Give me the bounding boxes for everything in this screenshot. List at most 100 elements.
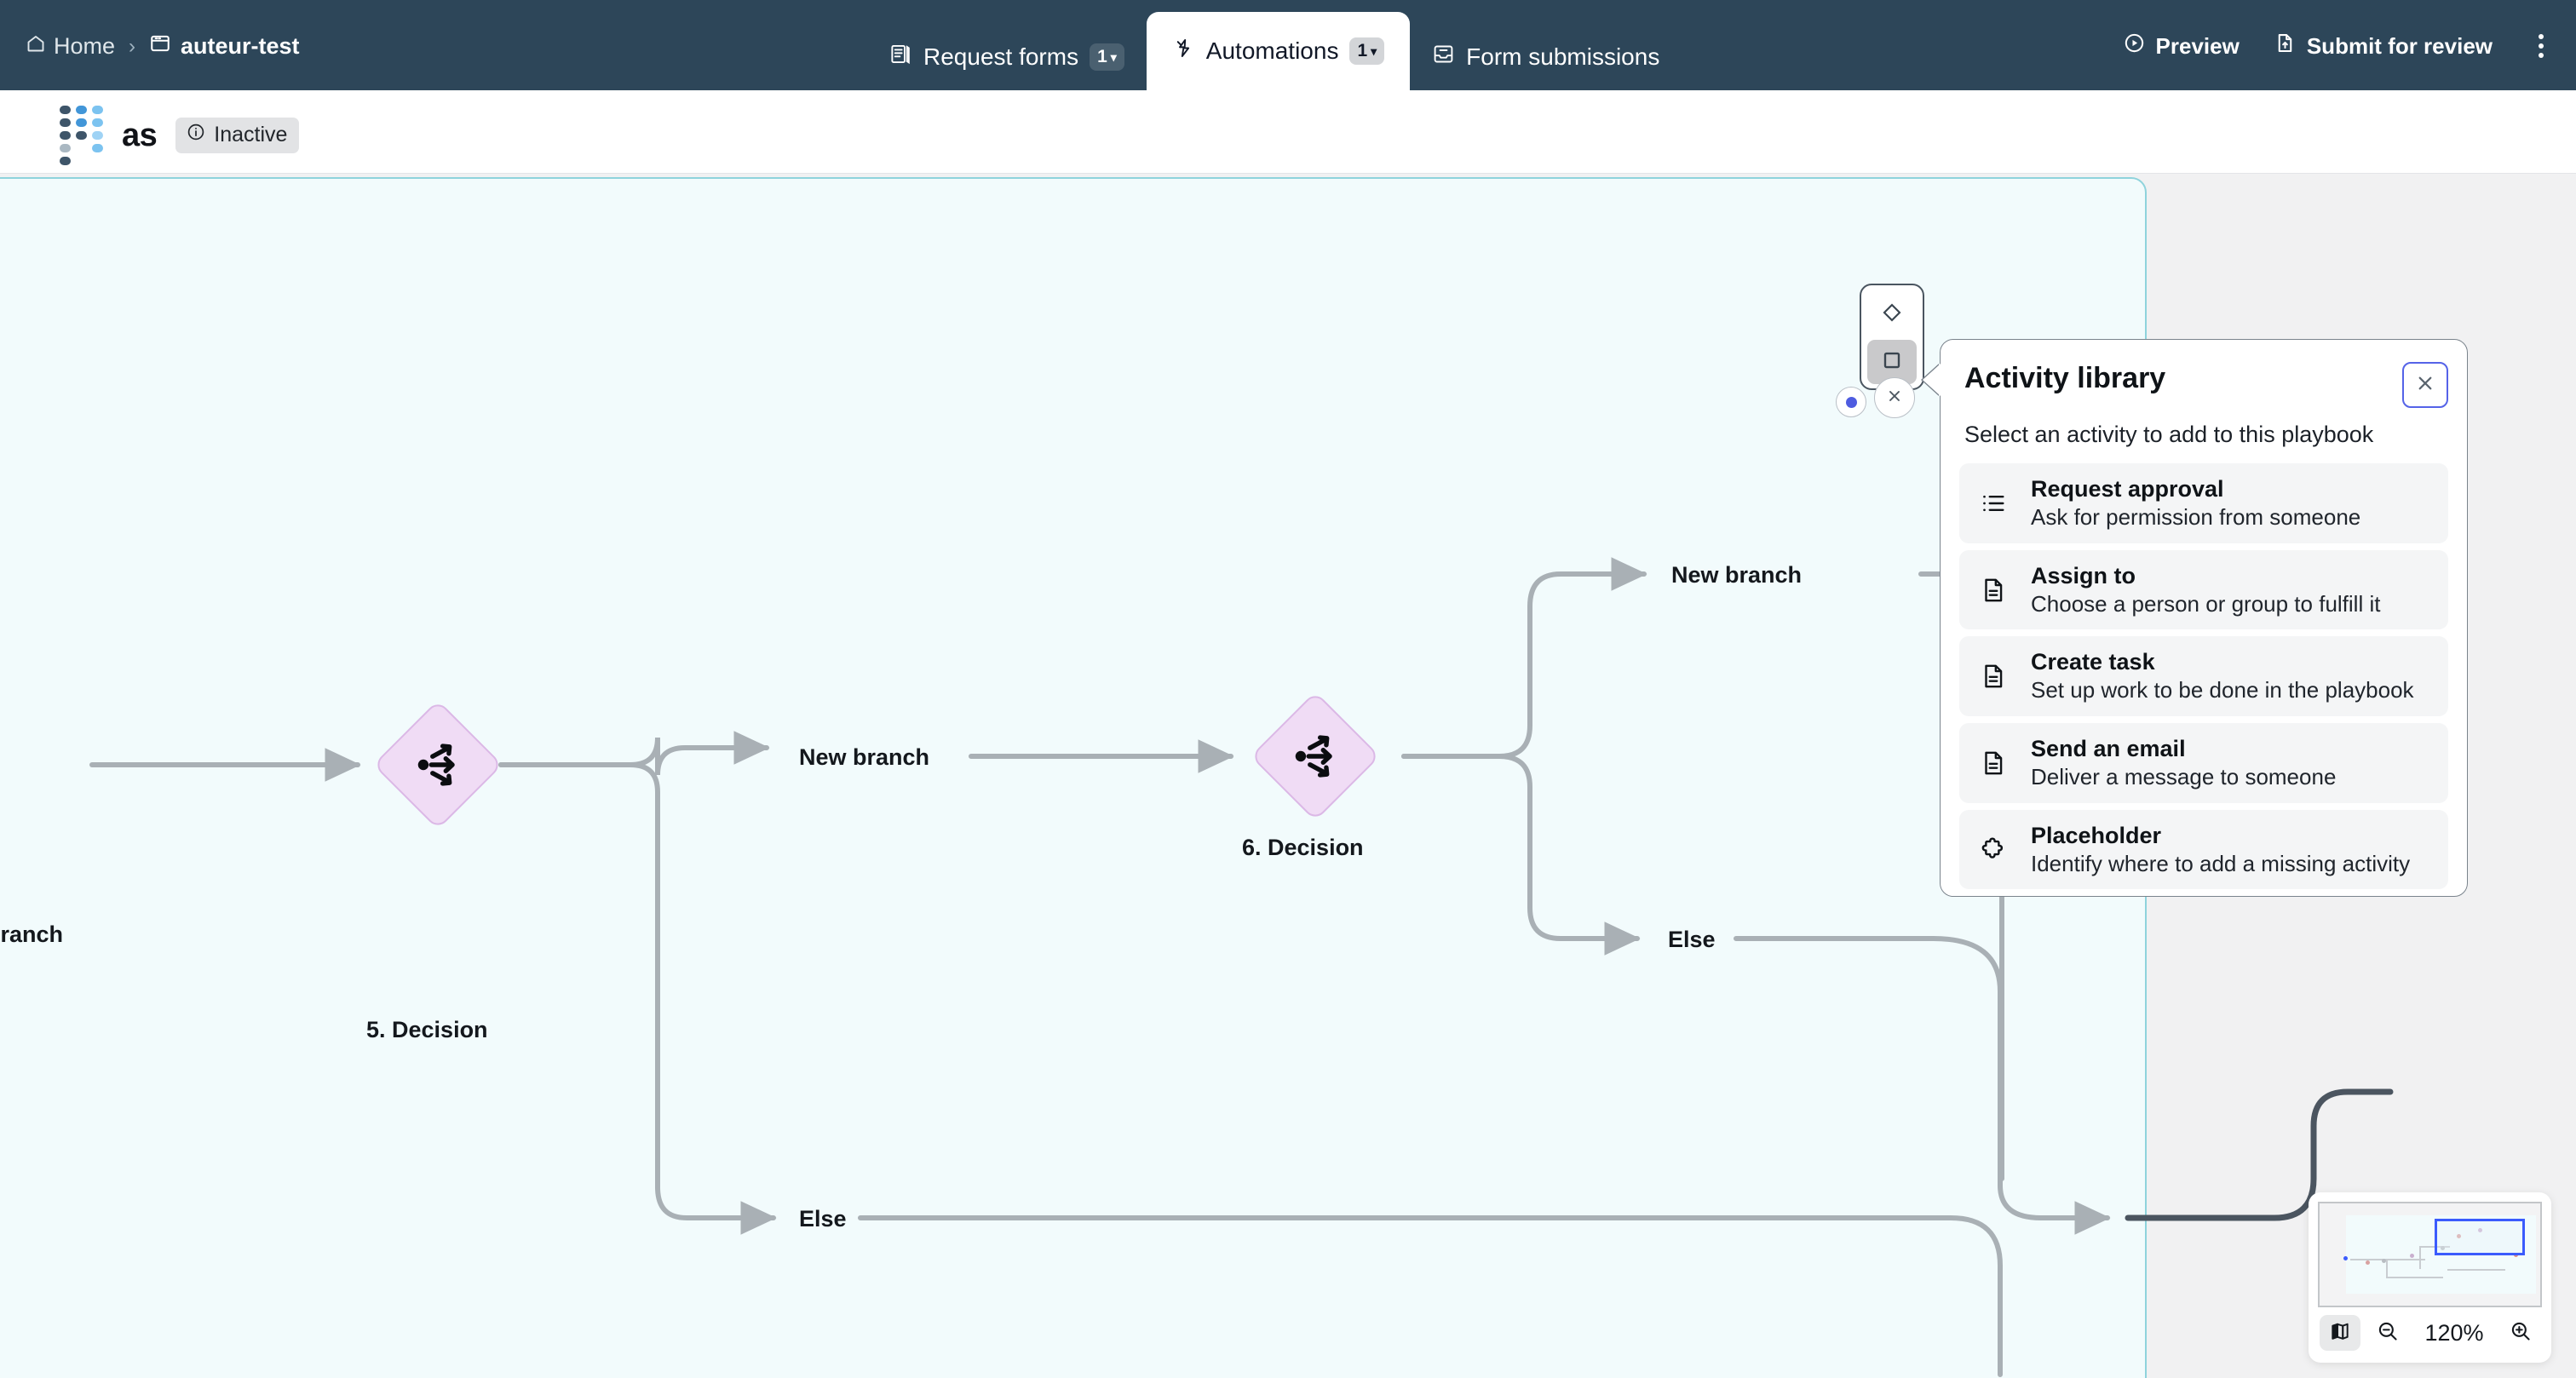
minimap-edge — [2385, 1277, 2444, 1279]
playbook-toolbar: as Inactive — [0, 90, 2576, 248]
count-value: 1 — [1097, 47, 1107, 66]
node-label-else-2[interactable]: Else — [799, 1206, 847, 1232]
board-icon — [149, 32, 171, 60]
zoom-level-label: 120% — [2424, 1319, 2484, 1346]
activity-item-desc: Set up work to be done in the playbook — [2031, 677, 2414, 703]
activity-item-text: Placeholder Identify where to add a miss… — [2031, 822, 2410, 878]
node-label-decision-6[interactable]: 6. Decision — [1242, 835, 1364, 861]
upload-document-icon — [2274, 32, 2297, 60]
more-vertical-icon[interactable] — [2527, 27, 2556, 65]
tab-request-forms[interactable]: Request forms 1 ▾ — [867, 24, 1147, 90]
minimap-edge — [2447, 1268, 2505, 1271]
list-icon — [1975, 489, 2012, 518]
zoom-in-button[interactable] — [2502, 1315, 2539, 1351]
node-label-decision-5[interactable]: 5. Decision — [366, 1017, 488, 1043]
activity-item-title: Placeholder — [2031, 822, 2162, 848]
app-logo-icon — [60, 106, 103, 165]
activity-library-title: Activity library — [1964, 362, 2166, 394]
activity-item-text: Send an email Deliver a message to someo… — [2031, 735, 2336, 791]
preview-button[interactable]: Preview — [2123, 32, 2240, 60]
activity-library-header: Activity library — [1959, 362, 2448, 408]
tab-automations[interactable]: Automations 1 ▾ — [1146, 12, 1411, 90]
activity-item-placeholder[interactable]: Placeholder Identify where to add a miss… — [1959, 809, 2448, 890]
decision-icon — [1269, 710, 1361, 802]
form-icon — [889, 43, 912, 72]
node-label-else-1[interactable]: Else — [1668, 927, 1716, 953]
tab-automations-label: Automations — [1205, 37, 1339, 64]
tab-form-submissions-label: Form submissions — [1466, 43, 1660, 70]
minimap-edge — [2418, 1246, 2421, 1269]
inbox-icon — [1432, 43, 1455, 72]
count-value: 1 — [1357, 41, 1368, 60]
minimap-viewport-rect[interactable] — [2434, 1219, 2525, 1256]
minimap-node — [2410, 1253, 2415, 1258]
activity-item-text: Assign to Choose a person or group to fu… — [2031, 562, 2380, 618]
zoom-out-icon — [2376, 1319, 2400, 1347]
close-icon — [2413, 371, 2437, 399]
breadcrumb-home[interactable]: Home — [26, 33, 115, 60]
minimap-node — [2381, 1258, 2386, 1263]
zoom-in-icon — [2509, 1319, 2533, 1347]
diamond-shape-button[interactable] — [1867, 292, 1917, 336]
submit-for-review-button[interactable]: Submit for review — [2274, 32, 2493, 60]
automation-bolt-icon — [1172, 37, 1195, 66]
home-icon — [26, 33, 46, 60]
node-close-button[interactable] — [1874, 377, 1915, 418]
submit-for-review-label: Submit for review — [2306, 32, 2493, 59]
minimap-toggle-button[interactable] — [2320, 1315, 2360, 1351]
activity-library-close-button[interactable] — [2402, 362, 2448, 408]
tab-request-forms-label: Request forms — [923, 43, 1079, 70]
diamond-shape-icon — [1879, 300, 1905, 330]
activity-item-assign-to[interactable]: Assign to Choose a person or group to fu… — [1959, 549, 2448, 630]
document-icon — [1975, 662, 2012, 691]
app-root: Home › auteur-test Request forms 1 ▾ Aut… — [0, 0, 2576, 1378]
node-shape-toolbar — [1860, 284, 1924, 390]
minimap-viewport-area[interactable] — [2318, 1202, 2542, 1307]
activity-list: Request approval Ask for permission from… — [1959, 463, 2448, 890]
activity-item-title: Create task — [2031, 649, 2155, 675]
minimap-edge — [2350, 1258, 2426, 1260]
activity-item-request-approval[interactable]: Request approval Ask for permission from… — [1959, 463, 2448, 543]
play-circle-icon — [2123, 32, 2146, 60]
info-icon — [186, 122, 206, 148]
tab-form-submissions[interactable]: Form submissions — [1410, 24, 1682, 90]
breadcrumb-current[interactable]: auteur-test — [149, 32, 300, 60]
document-icon — [1975, 749, 2012, 778]
minimap-panel: 120% — [2309, 1192, 2551, 1363]
activity-item-title: Request approval — [2031, 476, 2224, 502]
preview-label: Preview — [2155, 32, 2240, 59]
close-icon — [1884, 386, 1905, 411]
activity-item-desc: Identify where to add a missing activity — [2031, 850, 2411, 876]
node-label-left-branch[interactable]: branch — [0, 922, 63, 948]
activity-library-subtitle: Select an activity to add to this playbo… — [1964, 422, 2374, 447]
activity-item-text: Request approval Ask for permission from… — [2031, 475, 2360, 531]
tab-request-forms-count[interactable]: 1 ▾ — [1090, 43, 1124, 71]
square-shape-icon — [1879, 347, 1905, 377]
connection-dot-icon[interactable] — [1836, 387, 1866, 417]
diagram-canvas[interactable]: branch 5. Decision New branch 6. Decisio… — [0, 174, 2576, 1378]
breadcrumb-separator: › — [129, 34, 136, 58]
tab-automations-count[interactable]: 1 ▾ — [1349, 37, 1385, 65]
chevron-down-icon: ▾ — [1371, 44, 1377, 58]
zoom-out-button[interactable] — [2369, 1315, 2406, 1351]
activity-item-title: Assign to — [2031, 562, 2136, 589]
node-label-new-branch-2[interactable]: New branch — [1671, 562, 1802, 589]
top-actions: Preview Submit for review — [2123, 27, 2556, 65]
top-navigation-bar: Home › auteur-test Request forms 1 ▾ Aut… — [0, 0, 2576, 90]
activity-item-create-task[interactable]: Create task Set up work to be done in th… — [1959, 636, 2448, 717]
playbook-name: as — [122, 117, 158, 153]
activity-item-title: Send an email — [2031, 736, 2186, 762]
activity-item-desc: Choose a person or group to fulfill it — [2031, 590, 2381, 617]
activity-item-text: Create task Set up work to be done in th… — [2031, 648, 2414, 704]
activity-item-send-an-email[interactable]: Send an email Deliver a message to someo… — [1959, 723, 2448, 803]
document-icon — [1975, 576, 2012, 605]
minimap-controls: 120% — [2318, 1315, 2542, 1351]
breadcrumb-current-label: auteur-test — [181, 33, 300, 59]
tab-bar: Request forms 1 ▾ Automations 1 ▾ Form s… — [867, 0, 1682, 90]
node-label-new-branch-1[interactable]: New branch — [799, 744, 929, 771]
breadcrumb: Home › auteur-test — [26, 32, 300, 60]
puzzle-icon — [1975, 835, 2012, 864]
chevron-down-icon: ▾ — [1110, 50, 1117, 64]
activity-library-panel: Activity library Select an activity to a… — [1940, 339, 2468, 897]
minimap-edge — [2385, 1258, 2388, 1278]
